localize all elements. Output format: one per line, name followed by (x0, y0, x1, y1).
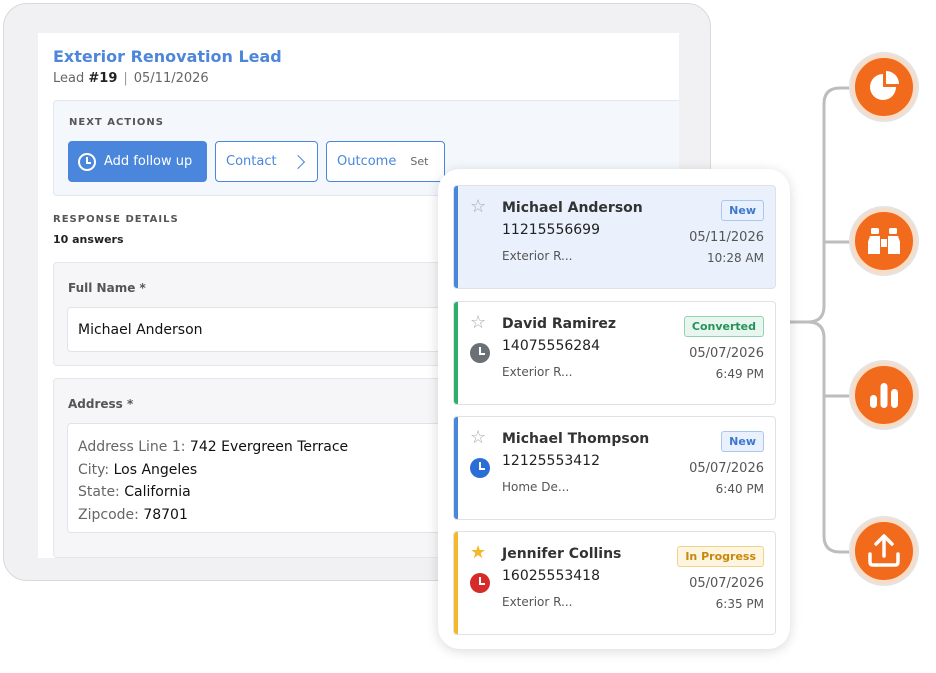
status-bar (454, 186, 458, 288)
lead-date: 05/07/2026 (689, 461, 764, 476)
lead-time: 6:35 PM (715, 597, 764, 611)
lead-time: 10:28 AM (707, 251, 764, 265)
bar-chart-icon[interactable] (851, 362, 917, 428)
status-badge: New (721, 200, 764, 221)
lead-phone: 16025553418 (502, 568, 600, 584)
star-icon[interactable]: ☆ (470, 198, 486, 216)
status-bar (454, 302, 458, 404)
lead-list-item[interactable]: ☆ Michael Thompson 12125553412 Home De..… (453, 416, 776, 520)
star-icon[interactable]: ★ (470, 544, 486, 562)
lead-phone: 11215556699 (502, 222, 600, 238)
lead-phone: 12125553412 (502, 453, 600, 469)
lead-date: 05/07/2026 (689, 346, 764, 361)
leads-list-card: ☆ Michael Anderson 11215556699 Exterior … (438, 169, 790, 649)
clock-icon (470, 458, 490, 478)
lead-name: Jennifer Collins (502, 546, 622, 562)
lead-name: Michael Anderson (502, 200, 643, 216)
lead-list-item[interactable]: ★ Jennifer Collins 16025553418 Exterior … (453, 531, 776, 635)
upload-icon[interactable] (851, 518, 917, 584)
star-icon[interactable]: ☆ (470, 429, 486, 447)
lead-subtitle: Exterior R... (502, 595, 573, 609)
binoculars-icon[interactable] (851, 208, 917, 274)
pie-chart-icon[interactable] (851, 54, 917, 120)
lead-subtitle: Exterior R... (502, 365, 573, 379)
lead-phone: 14075556284 (502, 338, 600, 354)
lead-subtitle: Exterior R... (502, 249, 573, 263)
status-badge: In Progress (677, 546, 764, 567)
lead-time: 6:40 PM (715, 482, 764, 496)
status-bar (454, 417, 458, 519)
status-badge: Converted (683, 316, 764, 337)
lead-subtitle: Home De... (502, 480, 570, 494)
clock-icon (470, 573, 490, 593)
lead-date: 05/07/2026 (689, 576, 764, 591)
status-bar (454, 532, 458, 634)
lead-name: Michael Thompson (502, 431, 650, 447)
status-badge: New (721, 431, 764, 452)
star-icon[interactable]: ☆ (470, 314, 486, 332)
lead-list-item[interactable]: ☆ David Ramirez 14075556284 Exterior R..… (453, 301, 776, 405)
clock-icon (470, 343, 490, 363)
lead-date: 05/11/2026 (689, 230, 764, 245)
lead-time: 6:49 PM (715, 367, 764, 381)
lead-list-item[interactable]: ☆ Michael Anderson 11215556699 Exterior … (453, 185, 776, 289)
lead-name: David Ramirez (502, 316, 617, 332)
